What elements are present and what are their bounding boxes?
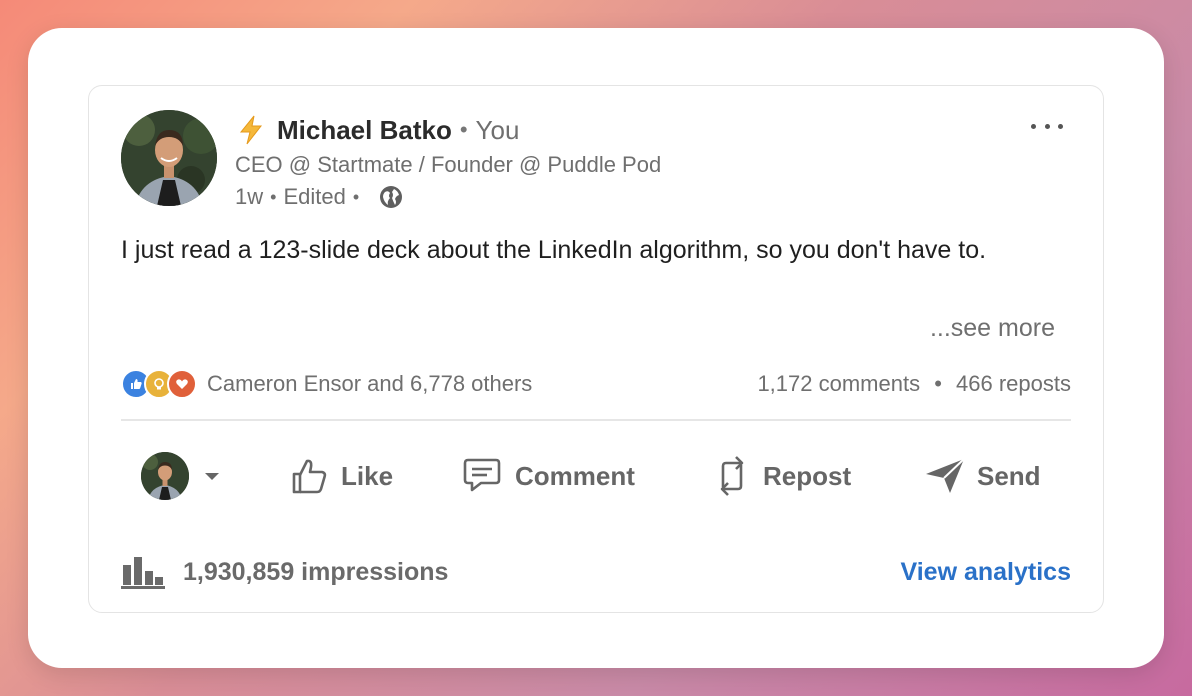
post-edited: Edited bbox=[283, 184, 346, 209]
comment-icon bbox=[463, 458, 501, 492]
post-meta: 1w • Edited • bbox=[235, 182, 404, 212]
comment-label: Comment bbox=[515, 460, 635, 491]
ellipsis-dot bbox=[1031, 123, 1036, 129]
author-name-row: Michael Batko • You bbox=[235, 112, 519, 148]
post-actions-bar: Like Comment Repost Send bbox=[121, 446, 1071, 506]
view-analytics-link[interactable]: View analytics bbox=[901, 558, 1071, 587]
lightning-bolt-icon bbox=[239, 115, 263, 145]
separator-dot: • bbox=[934, 371, 942, 396]
act-as-selector[interactable] bbox=[141, 452, 231, 500]
repost-button[interactable]: Repost bbox=[711, 453, 851, 499]
author-headline: CEO @ Startmate / Founder @ Puddle Pod bbox=[235, 152, 662, 177]
user-avatar bbox=[141, 452, 189, 500]
reaction-icons bbox=[121, 369, 197, 399]
reactions-summary-text: Cameron Ensor and 6,778 others bbox=[207, 371, 533, 396]
author-relation: You bbox=[475, 114, 520, 145]
impressions-stat[interactable]: 1,930,859 impressions bbox=[121, 552, 448, 592]
like-button[interactable]: Like bbox=[289, 455, 393, 497]
ellipsis-dot bbox=[1058, 123, 1063, 129]
send-icon bbox=[926, 458, 965, 493]
repost-label: Repost bbox=[763, 460, 852, 491]
comments-count[interactable]: 1,172 comments bbox=[757, 371, 920, 396]
separator-dot: • bbox=[352, 186, 360, 207]
like-label: Like bbox=[341, 460, 394, 491]
comment-button[interactable]: Comment bbox=[459, 455, 635, 497]
impressions-count: 1,930,859 impressions bbox=[183, 557, 449, 586]
author-name[interactable]: Michael Batko bbox=[277, 115, 452, 146]
ellipsis-dot bbox=[1044, 123, 1050, 129]
more-options-button[interactable] bbox=[1031, 116, 1063, 136]
post-body-text: I just read a 123-slide deck about the L… bbox=[121, 236, 987, 264]
thumbs-up-icon bbox=[292, 459, 327, 494]
screenshot-frame: Michael Batko • You CEO @ Startmate / Fo… bbox=[28, 28, 1164, 668]
social-counts: Cameron Ensor and 6,778 others 1,172 com… bbox=[121, 368, 1071, 400]
separator-dot: • bbox=[459, 117, 468, 142]
author-avatar[interactable] bbox=[121, 110, 217, 206]
divider bbox=[121, 419, 1071, 421]
send-button[interactable]: Send bbox=[923, 455, 1041, 497]
see-more-link[interactable]: ...see more bbox=[930, 314, 1055, 343]
post-time: 1w bbox=[235, 184, 264, 209]
repost-icon bbox=[720, 456, 744, 496]
reactions-summary[interactable]: Cameron Ensor and 6,778 others bbox=[121, 369, 532, 399]
bar-chart-icon bbox=[121, 557, 165, 589]
love-reaction-icon bbox=[167, 369, 197, 399]
reposts-count[interactable]: 466 reposts bbox=[956, 371, 1071, 396]
separator-dot: • bbox=[270, 186, 277, 207]
globe-icon bbox=[380, 186, 403, 208]
caret-down-icon bbox=[205, 473, 219, 480]
send-label: Send bbox=[977, 460, 1041, 491]
engagement-counts: 1,172 comments • 466 reposts bbox=[757, 371, 1071, 397]
post-card: Michael Batko • You CEO @ Startmate / Fo… bbox=[88, 85, 1104, 613]
